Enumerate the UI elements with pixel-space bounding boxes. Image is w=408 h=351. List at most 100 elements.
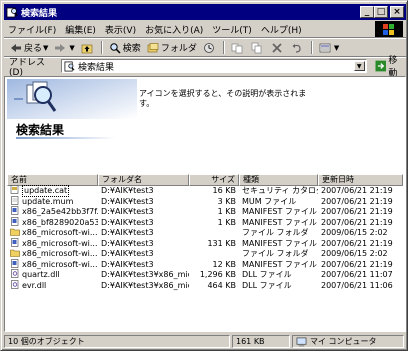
status-location-label: マイ コンピュータ: [310, 337, 377, 346]
cell-folder: D:¥AIK¥test3¥x86_micr...: [101, 280, 189, 290]
cell-date: 2007/06/21 21:19: [321, 186, 393, 196]
status-size: 161 KB: [232, 335, 290, 348]
back-button[interactable]: 戻る ▼: [8, 40, 50, 55]
close-button[interactable]: ×: [390, 6, 404, 18]
menu-edit[interactable]: 編集(E): [65, 23, 96, 36]
forward-arrow-icon: [55, 43, 66, 52]
cell-type: MUM ファイル: [242, 196, 297, 206]
cell-size: 1 KB: [217, 207, 236, 217]
history-button[interactable]: [201, 40, 219, 55]
back-dropdown-icon[interactable]: ▼: [43, 44, 48, 52]
move-to-button[interactable]: [229, 40, 247, 55]
cell-size: 1,296 KB: [199, 270, 236, 280]
content-pane: 検索結果 アイコンを選択すると、その説明が表示されます。 名前 フォルダ名 サイ…: [4, 76, 406, 332]
menu-view[interactable]: 表示(V): [105, 23, 136, 36]
cell-date: 2007/06/21 11:06: [321, 280, 393, 290]
search-button[interactable]: 検索: [107, 40, 143, 55]
column-header-name[interactable]: 名前: [7, 174, 98, 186]
status-location: マイ コンピュータ: [292, 335, 404, 348]
address-field[interactable]: 検索結果 ▼: [60, 59, 367, 73]
windows-logo-icon: [375, 21, 403, 38]
cell-type: DLL ファイル: [242, 270, 292, 280]
column-header-date[interactable]: 更新日時: [318, 174, 403, 186]
maximize-button[interactable]: □: [374, 6, 388, 18]
cell-date: 2007/06/21 21:19: [321, 217, 393, 227]
toolbar-separator: [222, 41, 225, 54]
cell-folder: D:¥AIK¥test3: [101, 249, 154, 259]
cell-size: 464 KB: [207, 280, 236, 290]
delete-button[interactable]: [269, 40, 287, 55]
views-dropdown-icon[interactable]: ▼: [334, 44, 339, 52]
cell-folder: D:¥AIK¥test3: [101, 207, 154, 217]
toolbar-separator: [100, 41, 103, 54]
maximize-icon: □: [376, 6, 386, 17]
views-icon: [319, 43, 331, 52]
title-bar[interactable]: 検索結果 _ □ ×: [4, 4, 406, 20]
cell-folder: D:¥AIK¥test3: [101, 238, 154, 248]
cell-folder: D:¥AIK¥test3: [101, 196, 154, 206]
selection-hint: アイコンを選択すると、その説明が表示されます。: [139, 89, 307, 108]
cell-type: MANIFEST ファイル: [242, 217, 317, 227]
column-header-type[interactable]: 種類: [239, 174, 318, 186]
list-body: update.cat D:¥AIK¥test3 16 KB セキュリティ カタログ 20…: [7, 185, 403, 292]
minimize-icon: _: [364, 6, 370, 17]
back-arrow-icon: [11, 43, 21, 52]
cell-type: DLL ファイル: [242, 280, 292, 290]
file-name: x86_2a5e42bb3f7f...: [22, 207, 98, 217]
cell-folder: D:¥AIK¥test3: [101, 228, 154, 238]
window-title: 検索結果: [21, 8, 58, 19]
file-name: evr.dll: [22, 280, 47, 290]
views-button[interactable]: ▼: [317, 40, 341, 55]
file-name: x86_bf8289020a53...: [22, 217, 98, 227]
cell-date: 2007/06/21 21:19: [321, 259, 393, 269]
cell-date: 2007/06/21 21:19: [321, 238, 393, 248]
menu-bar: ファイル(F) 編集(E) 表示(V) お気に入り(A) ツール(T) ヘルプ(…: [4, 21, 377, 37]
cell-size: 16 KB: [212, 186, 236, 196]
cell-type: セキュリティ カタログ: [242, 186, 318, 196]
undo-button[interactable]: [289, 40, 307, 55]
menu-help[interactable]: ヘルプ(H): [261, 23, 302, 36]
cell-size: 1 KB: [217, 217, 236, 227]
list-header: 名前 フォルダ名 サイズ 種類 更新日時: [7, 174, 403, 186]
window-controls: _ □ ×: [360, 6, 404, 18]
cell-type: ファイル フォルダ: [242, 249, 309, 259]
file-name: x86_microsoft-wi...: [22, 259, 98, 269]
dll-icon: [10, 279, 22, 292]
file-name: x86_microsoft-wi...: [22, 228, 98, 238]
forward-dropdown-icon[interactable]: ▼: [69, 44, 74, 52]
up-folder-icon: [81, 44, 93, 53]
status-bar: 10 個のオブジェクト 161 KB マイ コンピュータ: [4, 335, 406, 349]
cell-type: MANIFEST ファイル: [242, 238, 317, 248]
table-row[interactable]: evr.dll D:¥AIK¥test3¥x86_micr... 464 KB DLL…: [7, 279, 403, 292]
up-folder-button[interactable]: [79, 40, 97, 55]
menu-file[interactable]: ファイル(F): [8, 23, 56, 36]
cell-date: 2009/06/15 2:02: [321, 249, 388, 259]
file-name: update.mum: [22, 196, 74, 206]
cell-folder: D:¥AIK¥test3: [101, 217, 154, 227]
minimize-button[interactable]: _: [360, 6, 374, 18]
forward-button[interactable]: ▼: [52, 40, 76, 55]
file-name: x86_microsoft-wi...: [22, 249, 98, 259]
cell-folder: D:¥AIK¥test3: [101, 259, 154, 269]
go-arrow-icon: [375, 60, 386, 72]
delete-icon: [272, 42, 282, 53]
address-dropdown-icon[interactable]: ▼: [353, 61, 365, 71]
cell-size: 12 KB: [212, 259, 236, 269]
folders-button[interactable]: フォルダ: [145, 40, 199, 55]
address-bar: アドレス(D) 検索結果 ▼ 移動: [4, 56, 406, 79]
cell-folder: D:¥AIK¥test3: [101, 186, 154, 196]
copy-to-button[interactable]: [249, 40, 267, 55]
column-header-folder[interactable]: フォルダ名: [98, 174, 189, 186]
folders-label: フォルダ: [160, 44, 197, 54]
search-results-icon: [64, 61, 75, 71]
cell-size: 131 KB: [207, 238, 236, 248]
toolbar: 戻る ▼ ▼ 検索 フォルダ ▼: [4, 39, 406, 56]
address-label: アドレス(D): [9, 57, 46, 78]
explorer-window: 検索結果 _ □ × ファイル(F) 編集(E) 表示(V) お気に入り(A) …: [0, 0, 408, 351]
move-to-icon: [231, 43, 243, 53]
column-header-size[interactable]: サイズ: [189, 174, 239, 186]
cell-name[interactable]: evr.dll: [7, 279, 98, 292]
menu-favorites[interactable]: お気に入り(A): [145, 23, 203, 36]
menu-tools[interactable]: ツール(T): [212, 23, 252, 36]
cell-type: MANIFEST ファイル: [242, 259, 317, 269]
